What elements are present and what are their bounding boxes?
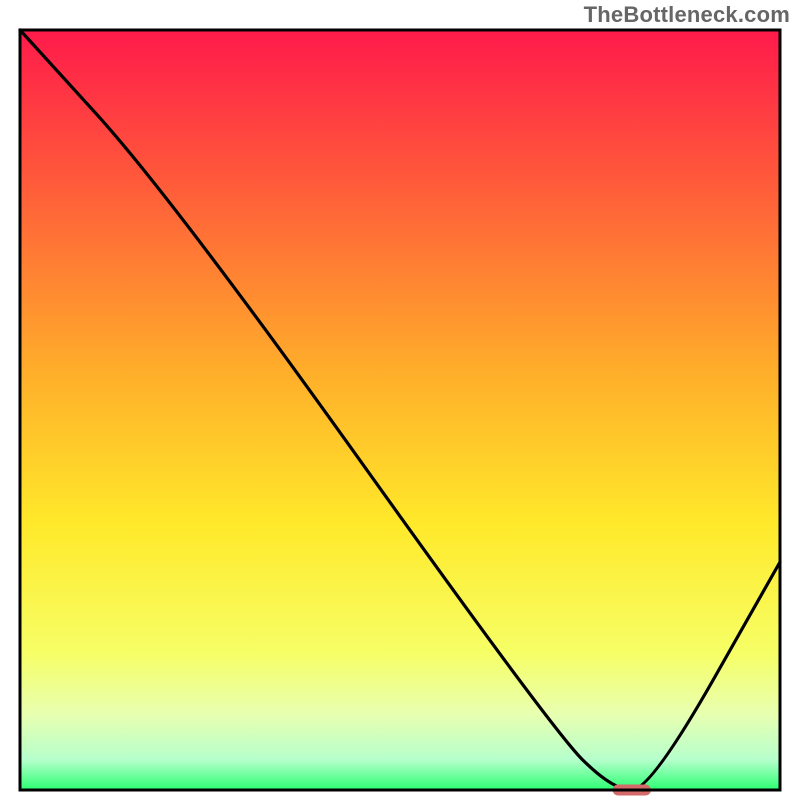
plot-background xyxy=(20,30,780,790)
bottleneck-chart xyxy=(0,0,800,800)
watermark-text: TheBottleneck.com xyxy=(584,2,790,28)
